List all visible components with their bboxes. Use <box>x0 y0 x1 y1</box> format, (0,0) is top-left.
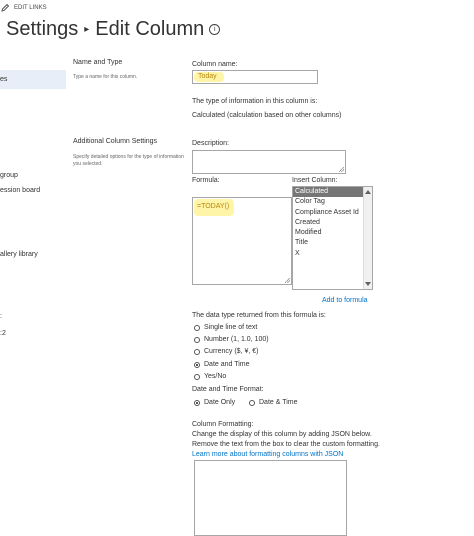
radio-label: Currency ($, ¥, €) <box>204 348 259 355</box>
insert-column-option[interactable]: Calculated <box>293 187 372 198</box>
add-to-formula-button[interactable]: Add to formula <box>322 297 368 304</box>
radio-label: Number (1, 1.0, 100) <box>204 336 269 343</box>
return-type-currency-option[interactable]: Currency ($, ¥, €) <box>194 348 258 355</box>
column-formatting-textarea[interactable] <box>194 460 347 536</box>
return-type-date-time-option[interactable]: Date and Time <box>194 361 250 368</box>
radio-label: Yes/No <box>204 373 227 380</box>
radio-icon[interactable] <box>194 324 200 331</box>
description-textarea[interactable] <box>192 150 346 174</box>
page-title: Settings ▸ Edit Column i <box>6 18 221 41</box>
left-nav-item[interactable]: es <box>0 76 7 83</box>
breadcrumb-settings[interactable]: Settings <box>6 18 78 40</box>
radio-label: Single line of text <box>204 324 258 331</box>
name-type-section-title: Name and Type <box>73 59 123 66</box>
insert-column-option[interactable]: Title <box>293 238 372 248</box>
listbox-scrollbar[interactable] <box>363 187 372 289</box>
formula-label: Formula: <box>192 177 220 184</box>
insert-column-label: Insert Column: <box>292 177 338 184</box>
return-type-number-option[interactable]: Number (1, 1.0, 100) <box>194 336 269 343</box>
formula-value: =TODAY() <box>197 203 230 210</box>
column-name-value: Today <box>198 73 217 80</box>
radio-icon[interactable] <box>194 336 200 343</box>
column-name-input[interactable]: Today <box>192 70 318 84</box>
insert-column-option[interactable]: Color Tag <box>293 197 372 207</box>
insert-column-option[interactable]: Compliance Asset Id <box>293 208 372 218</box>
edit-links-label: EDIT LINKS <box>14 5 47 11</box>
breadcrumb-separator-icon: ▸ <box>84 24 90 35</box>
radio-icon[interactable] <box>194 348 200 355</box>
insert-column-option[interactable]: X <box>293 249 372 259</box>
radio-label: Date and Time <box>204 361 250 368</box>
radio-checked-icon[interactable] <box>194 399 200 406</box>
datetime-format-date-only-option[interactable]: Date Only <box>194 399 235 406</box>
additional-settings-title: Additional Column Settings <box>73 138 158 145</box>
description-label: Description: <box>192 140 229 147</box>
column-name-label: Column name: <box>192 61 238 68</box>
return-type-yes-no-option[interactable]: Yes/No <box>194 373 226 380</box>
column-formatting-desc-2: Remove the text from the box to clear th… <box>192 441 380 448</box>
column-formatting-desc-1: Change the display of this column by add… <box>192 431 372 438</box>
scroll-up-icon[interactable] <box>365 190 371 194</box>
column-type-label: The type of information in this column i… <box>192 98 318 105</box>
formula-textarea[interactable]: =TODAY() <box>192 197 292 285</box>
radio-icon[interactable] <box>249 399 255 406</box>
pencil-icon <box>1 3 10 12</box>
learn-more-formatting-link[interactable]: Learn more about formatting columns with… <box>192 451 343 458</box>
radio-checked-icon[interactable] <box>194 361 200 368</box>
left-nav-item[interactable]: ession board <box>0 187 40 194</box>
left-nav-selected-highlight <box>0 70 66 89</box>
insert-column-option[interactable]: Created <box>293 218 372 228</box>
resize-handle-icon[interactable] <box>285 278 290 283</box>
left-nav-item[interactable]: : <box>0 313 2 320</box>
left-nav-item[interactable]: :2 <box>0 330 6 337</box>
insert-column-listbox[interactable]: Calculated Color Tag Compliance Asset Id… <box>292 186 373 290</box>
datetime-format-label: Date and Time Format: <box>192 386 264 393</box>
insert-column-option[interactable]: Modified <box>293 228 372 238</box>
column-type-value: Calculated (calculation based on other c… <box>192 112 342 119</box>
left-nav-item[interactable]: group <box>0 172 18 179</box>
radio-label: Date Only <box>204 399 236 406</box>
radio-icon[interactable] <box>194 373 200 380</box>
info-icon[interactable]: i <box>209 24 221 35</box>
breadcrumb-current: Edit Column <box>95 18 205 40</box>
scroll-down-icon[interactable] <box>365 282 371 286</box>
resize-handle-icon[interactable] <box>339 167 344 172</box>
return-type-label: The data type returned from this formula… <box>192 312 326 319</box>
radio-label: Date & Time <box>259 399 298 406</box>
column-formatting-title: Column Formatting: <box>192 421 254 428</box>
edit-links-button[interactable]: EDIT LINKS <box>0 3 47 13</box>
return-type-single-line-option[interactable]: Single line of text <box>194 324 257 331</box>
name-type-section-description: Type a name for this column. <box>73 74 138 80</box>
left-nav-item[interactable]: allery library <box>0 251 38 258</box>
additional-settings-description: Specify detailed options for the type of… <box>73 154 184 167</box>
datetime-format-date-time-option[interactable]: Date & Time <box>249 399 298 406</box>
